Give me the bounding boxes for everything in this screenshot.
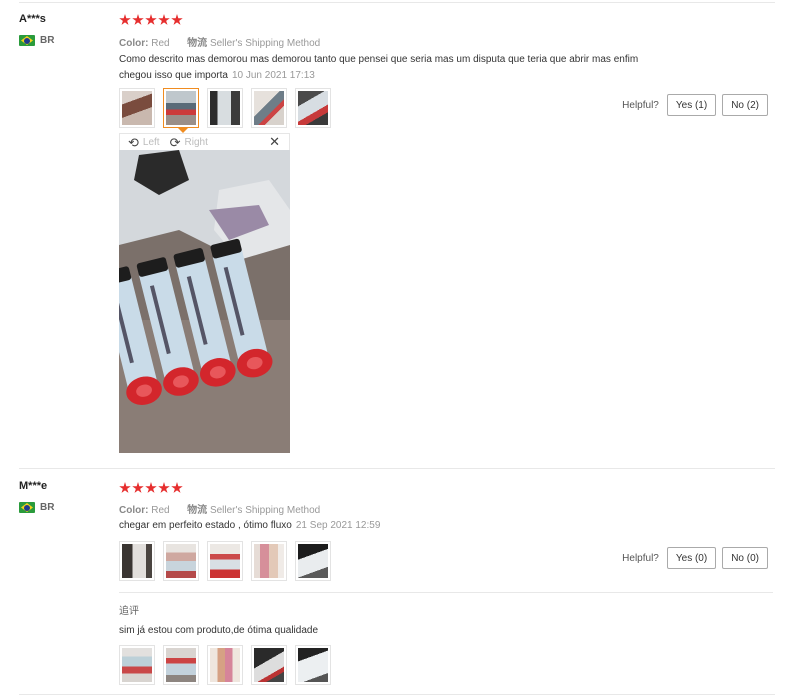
photo-thumbnail[interactable] <box>119 645 155 685</box>
star-icon <box>132 482 144 493</box>
review-date: 21 Sep 2021 12:59 <box>295 520 381 531</box>
helpful-votes: Helpful? Yes (0) No (0) <box>622 547 768 569</box>
divider-bottom <box>19 694 775 695</box>
star-icon <box>119 14 131 25</box>
photo-thumbnail[interactable] <box>295 541 331 581</box>
photo-thumbnail[interactable] <box>251 541 287 581</box>
photo-thumbnail[interactable] <box>295 88 331 128</box>
star-icon <box>145 482 157 493</box>
helpful-yes-button[interactable]: Yes (0) <box>666 547 717 569</box>
star-icon <box>158 482 170 493</box>
star-icon <box>171 482 183 493</box>
followup-photo-thumbnails <box>119 645 331 685</box>
photo-thumbnail[interactable] <box>163 645 199 685</box>
enlarged-photo-image <box>119 150 290 453</box>
rotate-left-icon: ⟲ <box>128 134 139 150</box>
color-value: Red <box>151 38 170 49</box>
review-text-line: chegar em perfeito estado , ótimo fluxo <box>119 520 292 531</box>
brazil-flag-icon <box>19 502 35 513</box>
reviewer-name: M***e <box>19 480 48 492</box>
photo-thumbnail[interactable] <box>119 541 155 581</box>
product-attributes: Color: Red 物流 Seller's Shipping Method <box>119 501 320 516</box>
country-code: BR <box>40 35 55 46</box>
rotate-right-label: Right <box>184 136 208 148</box>
helpful-no-button[interactable]: No (0) <box>722 547 768 569</box>
enlarged-review-photo <box>119 150 290 453</box>
review-text-line2: chegou isso que importa <box>119 70 228 81</box>
shipping-label: 物流 <box>187 38 208 49</box>
review-photo-thumbnails <box>119 541 331 581</box>
photo-viewer-toolbar: ⟲ Left ⟳ Right ✕ <box>119 133 290 150</box>
helpful-yes-button[interactable]: Yes (1) <box>666 94 717 116</box>
rotate-left-button[interactable]: ⟲ Left <box>128 136 160 149</box>
review-divider <box>19 468 775 469</box>
helpful-votes: Helpful? Yes (1) No (2) <box>622 94 768 116</box>
star-rating <box>119 482 183 494</box>
photo-thumbnail[interactable] <box>251 88 287 128</box>
rotate-left-label: Left <box>142 136 160 148</box>
photo-thumbnail[interactable] <box>163 541 199 581</box>
color-label: Color: <box>119 38 149 49</box>
review-text: chegar em perfeito estado , ótimo fluxo 2… <box>119 518 719 534</box>
review-photo-thumbnails <box>119 88 331 133</box>
shipping-value: Seller's Shipping Method <box>209 38 321 49</box>
divider-top <box>19 2 775 3</box>
star-icon <box>119 482 131 493</box>
color-value: Red <box>151 505 170 516</box>
review-date: 10 Jun 2021 17:13 <box>231 70 315 81</box>
helpful-label: Helpful? <box>622 99 659 111</box>
star-icon <box>132 14 144 25</box>
reviewer-country: BR <box>19 502 54 513</box>
followup-text: sim já estou com produto,de ótima qualid… <box>119 625 319 636</box>
star-rating <box>119 14 183 26</box>
star-icon <box>158 14 170 25</box>
close-icon[interactable]: ✕ <box>269 134 280 150</box>
country-code: BR <box>40 502 55 513</box>
photo-thumbnail[interactable] <box>251 645 287 685</box>
helpful-no-button[interactable]: No (2) <box>722 94 768 116</box>
product-attributes: Color: Red 物流 Seller's Shipping Method <box>119 34 320 49</box>
followup-label: 追评 <box>119 606 139 617</box>
helpful-label: Helpful? <box>622 552 659 564</box>
followup-divider <box>119 592 773 593</box>
photo-thumbnail[interactable] <box>207 88 243 128</box>
star-icon <box>145 14 157 25</box>
brazil-flag-icon <box>19 35 35 46</box>
reviewer-country: BR <box>19 35 54 46</box>
star-icon <box>171 14 183 25</box>
photo-thumbnail[interactable] <box>163 88 199 133</box>
review-text: Como descrito mas demorou mas demorou ta… <box>119 52 719 84</box>
shipping-label: 物流 <box>187 505 208 516</box>
rotate-right-icon: ⟳ <box>169 134 181 150</box>
review-text-line: chegou isso que importa 10 Jun 2021 17:13 <box>119 68 719 84</box>
photo-thumbnail[interactable] <box>207 541 243 581</box>
color-label: Color: <box>119 505 149 516</box>
photo-thumbnail[interactable] <box>119 88 155 128</box>
shipping-value: Seller's Shipping Method <box>209 505 321 516</box>
rotate-right-button[interactable]: ⟳ Right <box>170 136 208 149</box>
photo-thumbnail[interactable] <box>295 645 331 685</box>
photo-thumbnail[interactable] <box>207 645 243 685</box>
reviewer-name: A***s <box>19 13 46 25</box>
review-text-line: Como descrito mas demorou mas demorou ta… <box>119 54 639 65</box>
